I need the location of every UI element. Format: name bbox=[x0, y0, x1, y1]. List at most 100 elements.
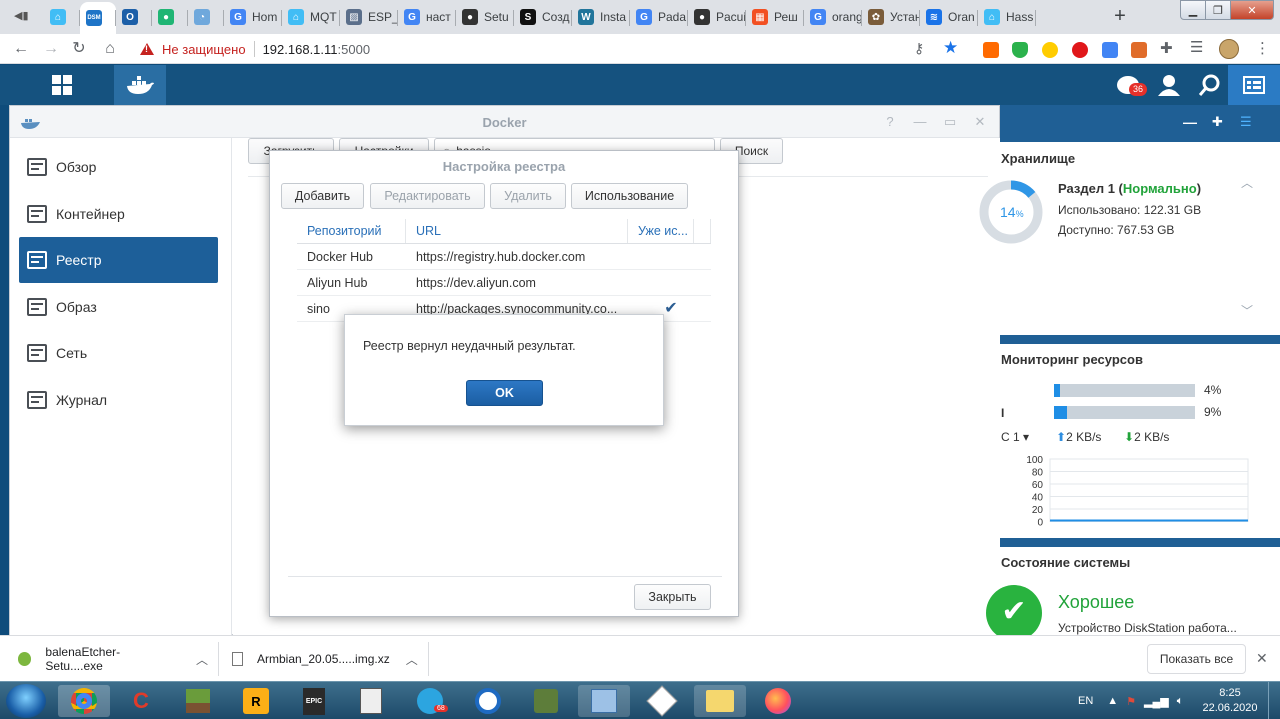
collapse-widgets-icon[interactable]: — bbox=[1183, 114, 1197, 130]
download-item-2[interactable]: Armbian_20.05.....img.xz ︿ bbox=[232, 636, 422, 682]
action-center-icon[interactable]: ⚑ bbox=[1126, 695, 1136, 708]
sidebar-item-2[interactable]: Реестр bbox=[19, 237, 218, 283]
reload-button[interactable]: ↻ bbox=[68, 38, 90, 60]
browser-tab-3[interactable]: ● bbox=[152, 4, 188, 30]
sidebar-item-3[interactable]: Образ bbox=[19, 284, 218, 330]
rufus-taskbar-button[interactable] bbox=[345, 685, 397, 717]
key-icon[interactable]: ⚷ bbox=[914, 40, 924, 57]
registry-row[interactable]: Aliyun Hub https://dev.aliyun.com bbox=[297, 270, 711, 296]
sidebar-item-0[interactable]: Обзор bbox=[19, 144, 218, 190]
column-url[interactable]: URL bbox=[406, 219, 628, 243]
docker-taskbar-button[interactable] bbox=[114, 65, 166, 105]
reading-list-icon[interactable]: ☰ bbox=[1190, 38, 1203, 56]
security-taskbar-button[interactable] bbox=[520, 685, 572, 717]
show-all-downloads-button[interactable]: Показать все bbox=[1147, 644, 1246, 674]
extension-translate-icon[interactable] bbox=[1102, 42, 1118, 58]
network-tool-taskbar-button[interactable] bbox=[462, 685, 514, 717]
widgets-toggle-button[interactable] bbox=[1228, 65, 1280, 105]
close-window-button[interactable]: ✕ bbox=[1230, 0, 1274, 20]
browser-tab-2[interactable]: O bbox=[116, 4, 152, 30]
browser-tab-16[interactable]: ✿ Устан bbox=[862, 4, 920, 30]
sidebar-item-4[interactable]: Сеть bbox=[19, 330, 218, 376]
browser-tab-1[interactable]: DSM bbox=[80, 2, 116, 34]
minimize-window-icon[interactable]: — bbox=[912, 114, 928, 130]
browser-tab-7[interactable]: ▨ ESP_ bbox=[340, 4, 398, 30]
extension-shield-icon[interactable] bbox=[1012, 42, 1028, 58]
browser-tab-4[interactable]: ◔ bbox=[188, 4, 224, 30]
docker-titlebar[interactable]: Docker ? — ▭ ✕ bbox=[10, 106, 999, 138]
extension-opera-icon[interactable] bbox=[1072, 42, 1088, 58]
edit-registry-button[interactable]: Редактировать bbox=[370, 183, 485, 209]
browser-tab-15[interactable]: Gorang bbox=[804, 4, 862, 30]
browser-tab-17[interactable]: ≋ Oran bbox=[920, 4, 978, 30]
epic-games-taskbar-button[interactable]: EPIC bbox=[288, 685, 340, 717]
download-chevron-2-icon[interactable]: ︿ bbox=[406, 651, 418, 668]
lan-selector[interactable]: С 1 ▾ bbox=[1001, 430, 1029, 444]
back-button[interactable]: ← bbox=[10, 38, 32, 60]
maximize-window-icon[interactable]: ▭ bbox=[942, 114, 958, 130]
download-item-1[interactable]: balenaEtcher-Setu....exe ︿ bbox=[18, 636, 208, 682]
extensions-puzzle-icon[interactable]: ✚ bbox=[1160, 39, 1173, 57]
column-in-use[interactable]: Уже ис... bbox=[628, 219, 694, 243]
profile-avatar[interactable] bbox=[1219, 39, 1239, 59]
chevron-up-icon[interactable]: ︿ bbox=[1241, 174, 1253, 191]
url-text[interactable]: 192.168.1.11:5000 bbox=[263, 42, 371, 57]
show-desktop-button[interactable] bbox=[1268, 682, 1280, 719]
delete-registry-button[interactable]: Удалить bbox=[490, 183, 566, 209]
network-app-taskbar-button[interactable] bbox=[578, 685, 630, 717]
browser-tab-13[interactable]: ● Pacui bbox=[688, 4, 746, 30]
dice-taskbar-button[interactable] bbox=[636, 685, 688, 717]
extension-cart-icon[interactable] bbox=[983, 42, 999, 58]
chrome-taskbar-button[interactable] bbox=[58, 685, 110, 717]
pin-icon[interactable]: ✚ bbox=[1212, 114, 1223, 130]
browser-tab-9[interactable]: ● Setu bbox=[456, 4, 514, 30]
clock[interactable]: 8:25 22.06.2020 bbox=[1200, 686, 1260, 716]
extension-yellow-icon[interactable] bbox=[1042, 42, 1058, 58]
extension-lamp-icon[interactable] bbox=[1131, 42, 1147, 58]
tab-search-icon[interactable]: ◀▮ bbox=[14, 9, 30, 25]
close-downloads-icon[interactable]: ✕ bbox=[1256, 650, 1268, 667]
tray-expand-icon[interactable]: ▲ bbox=[1107, 695, 1118, 707]
sidebar-item-1[interactable]: Контейнер bbox=[19, 191, 218, 237]
sidebar-item-5[interactable]: Журнал bbox=[19, 377, 218, 423]
minimize-button[interactable]: ▁ bbox=[1180, 0, 1206, 20]
browser-tab-6[interactable]: ⌂ MQT bbox=[282, 4, 340, 30]
help-icon[interactable]: ? bbox=[882, 114, 898, 130]
bookmark-star-icon[interactable]: ★ bbox=[943, 38, 958, 58]
browser-tab-18[interactable]: ⌂ Hass bbox=[978, 4, 1036, 30]
minecraft-taskbar-button[interactable] bbox=[172, 685, 224, 717]
widget-settings-icon[interactable]: ☰ bbox=[1240, 114, 1252, 130]
browser-tab-8[interactable]: Gнаст bbox=[398, 4, 456, 30]
firefox-taskbar-button[interactable] bbox=[752, 685, 804, 717]
browser-tab-5[interactable]: G Hom bbox=[224, 4, 282, 30]
registry-row[interactable]: Docker Hub https://registry.hub.docker.co… bbox=[297, 244, 711, 270]
column-repository[interactable]: Репозиторий bbox=[297, 219, 406, 243]
rockstar-taskbar-button[interactable]: R bbox=[230, 685, 282, 717]
main-menu-button[interactable] bbox=[36, 65, 88, 105]
use-registry-button[interactable]: Использование bbox=[571, 183, 688, 209]
restore-button[interactable]: ❐ bbox=[1205, 0, 1231, 20]
browser-menu-icon[interactable]: ⋮ bbox=[1255, 39, 1270, 57]
start-button[interactable] bbox=[6, 684, 46, 718]
browser-tab-12[interactable]: G Pada bbox=[630, 4, 688, 30]
ok-button[interactable]: OK bbox=[466, 380, 543, 406]
browser-tab-14[interactable]: ▦ Реш bbox=[746, 4, 804, 30]
volume-icon[interactable]: 🔈︎ bbox=[1177, 695, 1184, 708]
ccleaner-taskbar-button[interactable]: C bbox=[115, 685, 167, 717]
download-chevron-1-icon[interactable]: ︿ bbox=[196, 651, 208, 668]
chevron-down-icon[interactable]: ﹀ bbox=[1241, 302, 1253, 319]
new-tab-button[interactable]: + bbox=[1108, 5, 1132, 29]
home-button[interactable]: ⌂ bbox=[99, 38, 121, 60]
telegram-taskbar-button[interactable]: 68 bbox=[404, 685, 456, 717]
close-docker-icon[interactable]: ✕ bbox=[972, 114, 988, 130]
close-dialog-button[interactable]: Закрыть bbox=[634, 584, 711, 610]
explorer-taskbar-button[interactable] bbox=[694, 685, 746, 717]
browser-tab-0[interactable]: ⌂ bbox=[44, 4, 80, 30]
signal-icon[interactable]: ▂▄▆ bbox=[1144, 695, 1169, 708]
add-registry-button[interactable]: Добавить bbox=[281, 183, 364, 209]
forward-button[interactable]: → bbox=[40, 38, 62, 60]
browser-tab-11[interactable]: W Insta bbox=[572, 4, 630, 30]
browser-tab-10[interactable]: S Созд bbox=[514, 4, 572, 30]
language-indicator[interactable]: EN bbox=[1078, 695, 1093, 707]
address-bar[interactable]: Не защищено 192.168.1.11:5000 bbox=[128, 36, 968, 62]
